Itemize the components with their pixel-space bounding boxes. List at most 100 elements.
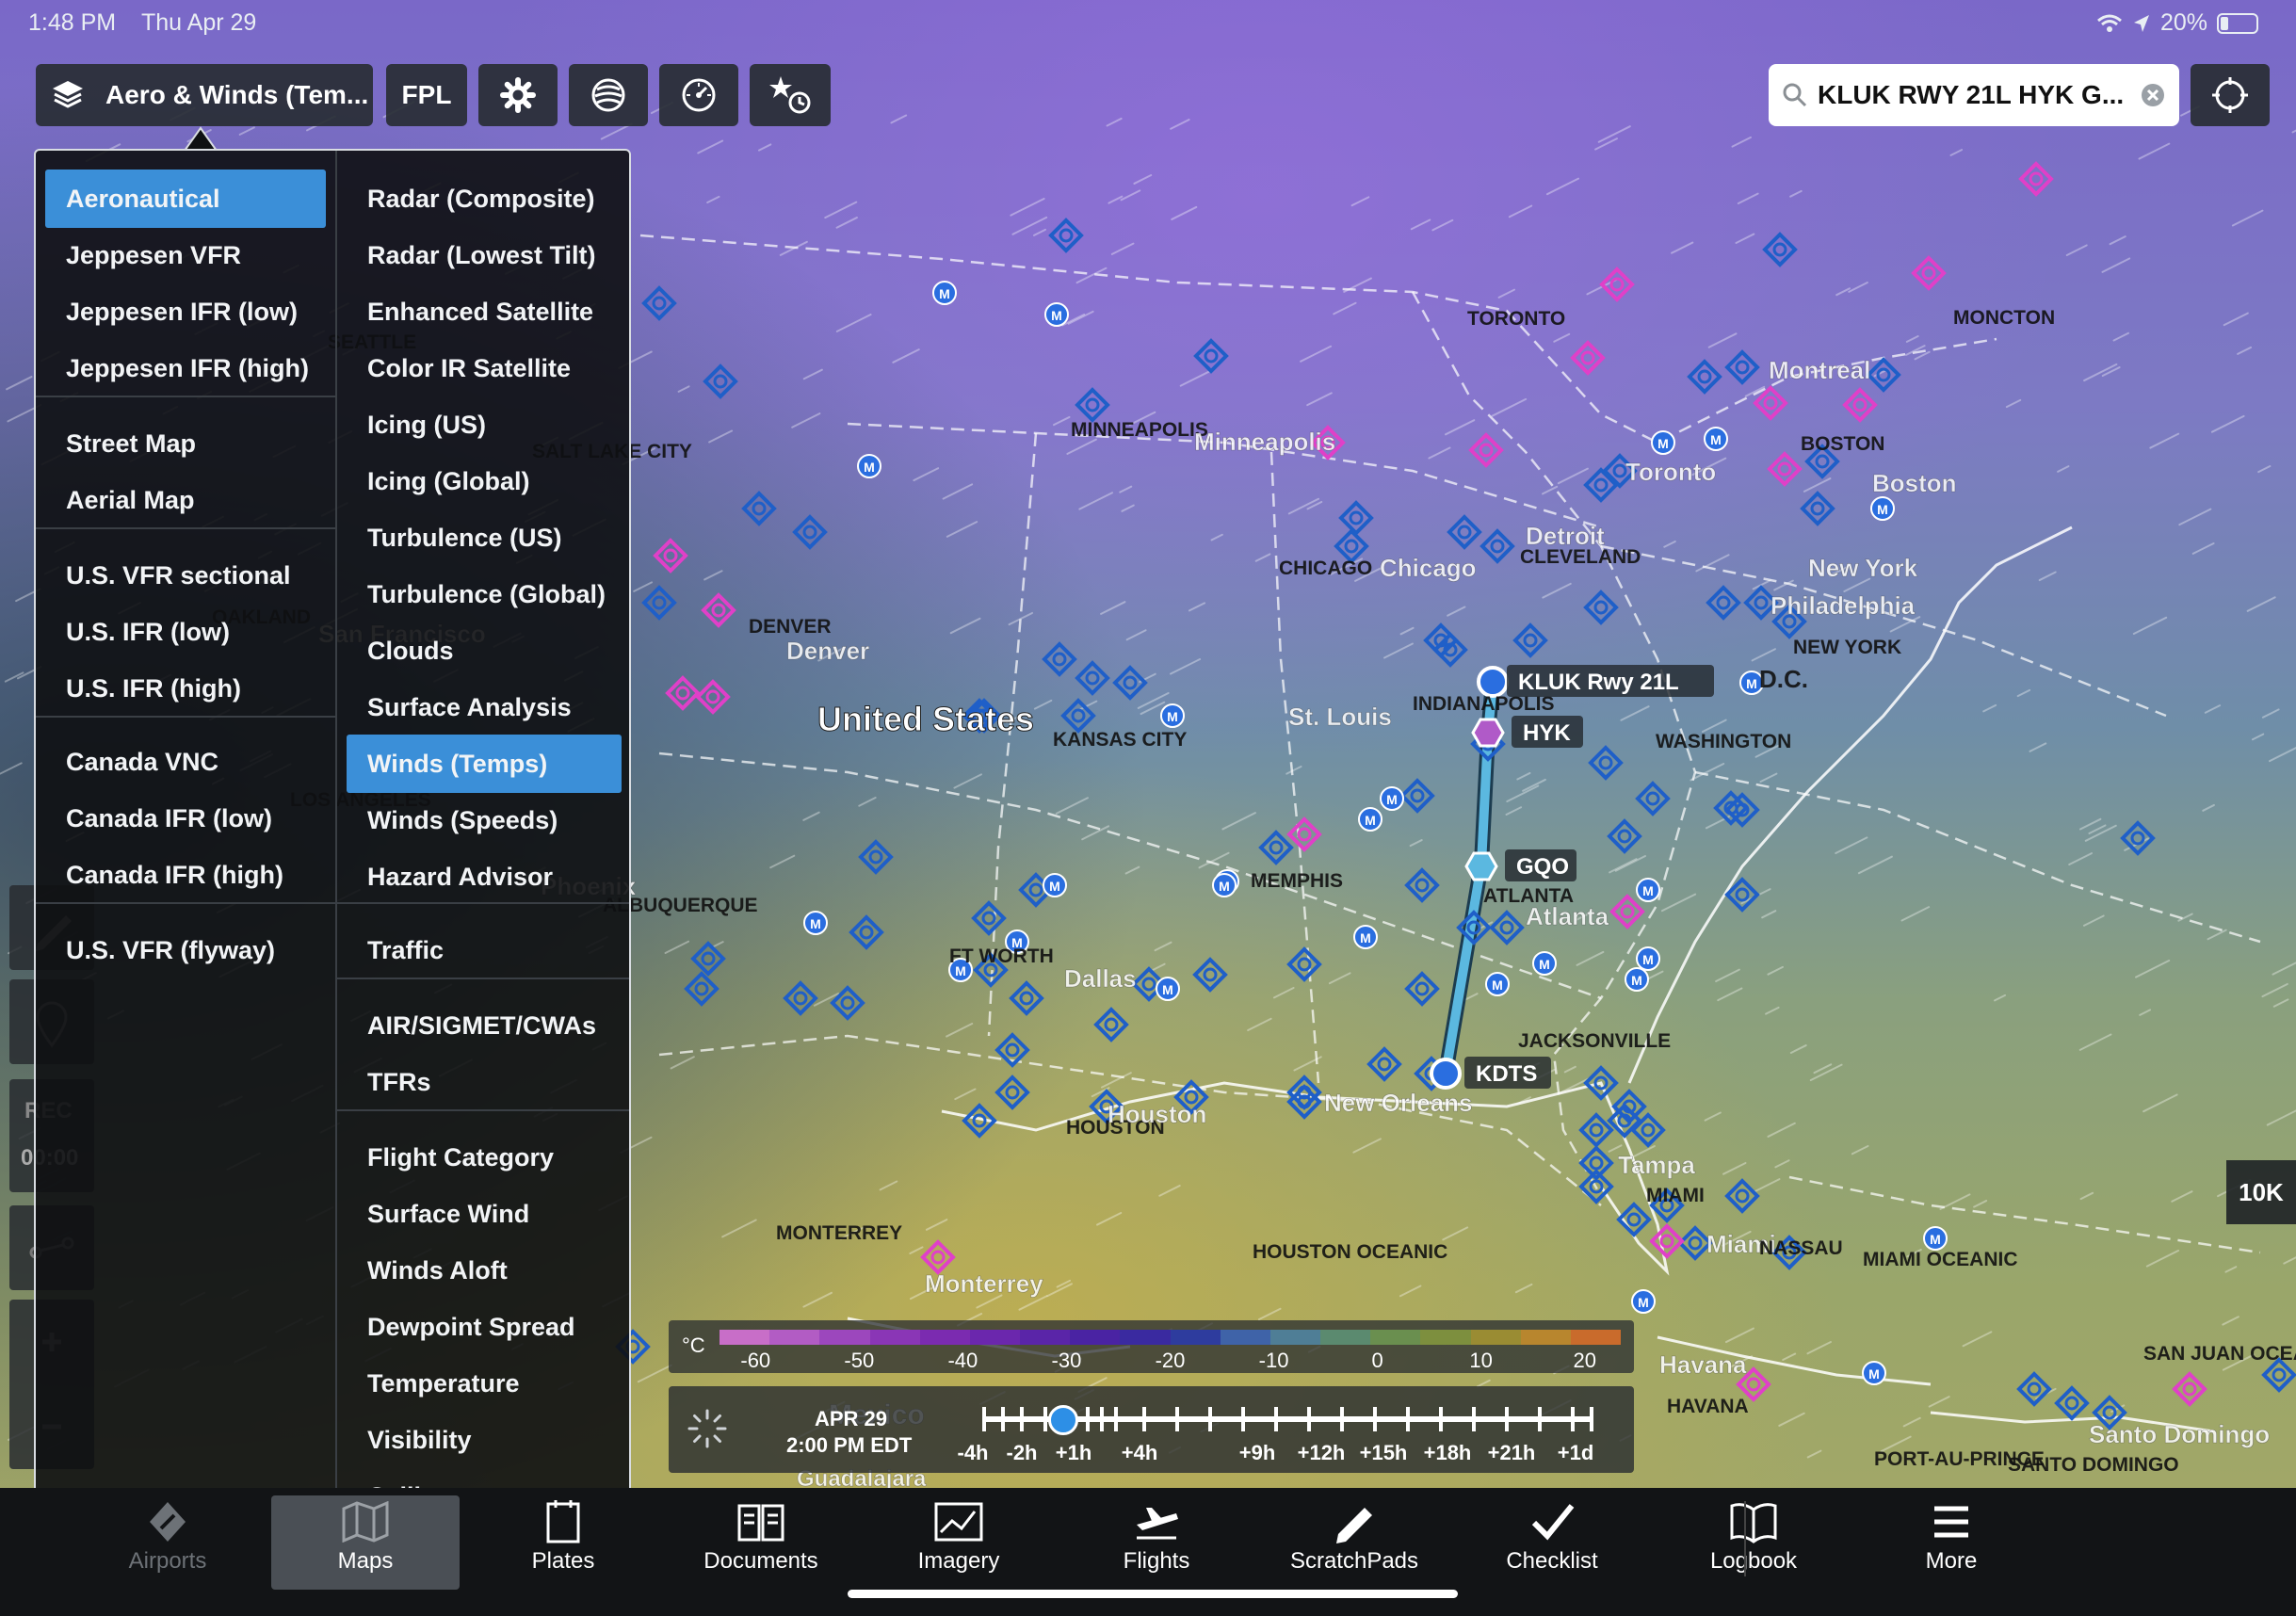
map-label: NEW YORK xyxy=(1793,637,1901,658)
timeline-knob[interactable] xyxy=(1047,1405,1078,1435)
overlay-item-flight-category[interactable]: Flight Category xyxy=(347,1128,622,1187)
metar-marker[interactable]: M xyxy=(1160,703,1185,728)
overlay-item-turbulence-us[interactable]: Turbulence (US) xyxy=(347,509,622,567)
base-map-item-jeppesen-ifr-low[interactable]: Jeppesen IFR (low) xyxy=(45,283,326,341)
overlay-item-tfrs[interactable]: TFRs xyxy=(347,1053,622,1111)
overlay-item-icing-us[interactable]: Icing (US) xyxy=(347,396,622,454)
overlay-item-hazard-advisor[interactable]: Hazard Advisor xyxy=(347,848,622,906)
tab-scratchpads[interactable]: ScratchPads xyxy=(1260,1495,1448,1590)
fpl-button[interactable]: FPL xyxy=(386,64,467,126)
timeline-tick xyxy=(1373,1407,1377,1431)
base-map-item-u-s-vfr-sectional[interactable]: U.S. VFR sectional xyxy=(45,546,326,605)
route-label-hyk[interactable]: HYK xyxy=(1512,716,1583,748)
route-label-gqo[interactable]: GQO xyxy=(1505,849,1576,881)
overlay-item-temperature[interactable]: Temperature xyxy=(347,1354,622,1413)
metar-marker[interactable]: M xyxy=(857,454,881,478)
metar-marker[interactable]: M xyxy=(1636,878,1660,902)
overlay-item-winds-temps[interactable]: Winds (Temps) xyxy=(347,735,622,793)
base-map-item-canada-ifr-high[interactable]: Canada IFR (high) xyxy=(45,846,326,904)
metar-marker[interactable]: M xyxy=(1212,873,1237,897)
overlay-item-clouds[interactable]: Clouds xyxy=(347,622,622,680)
overlay-item-surface-wind[interactable]: Surface Wind xyxy=(347,1185,622,1243)
legend-swatch xyxy=(1370,1330,1421,1345)
settings-button[interactable] xyxy=(478,64,558,126)
svg-text:M: M xyxy=(1868,1366,1880,1382)
overlay-item-radar-lowest-tilt[interactable]: Radar (Lowest Tilt) xyxy=(347,226,622,284)
legend-tick-label: -40 xyxy=(947,1349,978,1372)
route-search-field[interactable]: KLUK RWY 21L HYK G... xyxy=(1769,64,2179,126)
metar-marker[interactable]: M xyxy=(1625,967,1649,992)
layers-button[interactable]: Aero & Winds (Tem... xyxy=(36,64,373,126)
base-map-item-jeppesen-vfr[interactable]: Jeppesen VFR xyxy=(45,226,326,284)
route-waypoint[interactable] xyxy=(1430,1058,1462,1090)
center-location-button[interactable] xyxy=(2191,64,2270,126)
overlay-item-dewpoint-spread[interactable]: Dewpoint Spread xyxy=(347,1298,622,1356)
metar-marker[interactable]: M xyxy=(1636,946,1660,971)
search-input[interactable]: KLUK RWY 21L HYK G... xyxy=(1818,80,2140,110)
base-map-item-u-s-ifr-high[interactable]: U.S. IFR (high) xyxy=(45,659,326,718)
route-label-kluk-rwy-21l[interactable]: KLUK Rwy 21L xyxy=(1507,665,1714,697)
base-map-item-canada-vnc[interactable]: Canada VNC xyxy=(45,733,326,791)
tab-airports[interactable]: Airports xyxy=(73,1495,262,1590)
metar-marker[interactable]: M xyxy=(1156,977,1180,1001)
route-waypoint[interactable] xyxy=(1471,718,1505,748)
metar-marker[interactable]: M xyxy=(1044,302,1069,327)
metar-marker[interactable]: M xyxy=(803,911,828,935)
map-label: NASSAU xyxy=(1759,1237,1843,1259)
instruments-button[interactable] xyxy=(659,64,738,126)
base-map-item-jeppesen-ifr-high[interactable]: Jeppesen IFR (high) xyxy=(45,339,326,397)
base-map-item-u-s-vfr-flyway[interactable]: U.S. VFR (flyway) xyxy=(45,921,326,979)
overlay-item-winds-aloft[interactable]: Winds Aloft xyxy=(347,1241,622,1300)
overlay-item-traffic[interactable]: Traffic xyxy=(347,921,622,979)
globe-button[interactable] xyxy=(569,64,648,126)
tab-label: ScratchPads xyxy=(1289,1548,1419,1574)
metar-marker[interactable]: M xyxy=(1353,925,1378,949)
metar-marker[interactable]: M xyxy=(1631,1289,1656,1314)
overlay-item-color-ir-satellite[interactable]: Color IR Satellite xyxy=(347,339,622,397)
base-map-item-aerial-map[interactable]: Aerial Map xyxy=(45,471,326,529)
overlay-item-icing-global[interactable]: Icing (Global) xyxy=(347,452,622,510)
route-label-kdts[interactable]: KDTS xyxy=(1464,1057,1551,1089)
clear-search-icon[interactable] xyxy=(2140,82,2166,108)
tab-maps[interactable]: Maps xyxy=(271,1495,460,1590)
overlay-item-visibility[interactable]: Visibility xyxy=(347,1411,622,1469)
plates-icon xyxy=(542,1495,584,1548)
recents-button[interactable] xyxy=(750,64,831,126)
overlay-item-radar-composite[interactable]: Radar (Composite) xyxy=(347,170,622,228)
metar-marker[interactable]: M xyxy=(932,281,957,305)
location-icon xyxy=(2133,14,2149,32)
metar-marker[interactable]: M xyxy=(1862,1361,1886,1385)
gear-icon xyxy=(500,77,536,113)
metar-marker[interactable]: M xyxy=(1870,496,1895,521)
overlay-item-winds-speeds[interactable]: Winds (Speeds) xyxy=(347,791,622,849)
legend-swatch xyxy=(1320,1330,1371,1345)
tab-more[interactable]: More xyxy=(1857,1495,2045,1590)
metar-marker[interactable]: M xyxy=(1532,951,1557,976)
tab-logbook[interactable]: Logbook xyxy=(1659,1495,1848,1590)
tab-imagery[interactable]: Imagery xyxy=(865,1495,1053,1590)
metar-marker[interactable]: M xyxy=(1380,786,1404,811)
overlay-item-turbulence-global[interactable]: Turbulence (Global) xyxy=(347,565,622,623)
base-map-item-u-s-ifr-low[interactable]: U.S. IFR (low) xyxy=(45,603,326,661)
tab-flights[interactable]: Flights xyxy=(1062,1495,1251,1590)
tab-documents[interactable]: Documents xyxy=(667,1495,855,1590)
route-waypoint[interactable] xyxy=(1464,851,1498,881)
metar-marker[interactable]: M xyxy=(1651,430,1675,455)
metar-marker[interactable]: M xyxy=(1923,1226,1948,1251)
tab-plates[interactable]: Plates xyxy=(469,1495,657,1590)
svg-text:M: M xyxy=(1539,957,1550,972)
animation-sun-icon[interactable] xyxy=(686,1407,729,1450)
base-map-item-street-map[interactable]: Street Map xyxy=(45,414,326,473)
overlay-item-surface-analysis[interactable]: Surface Analysis xyxy=(347,678,622,736)
overlay-item-enhanced-satellite[interactable]: Enhanced Satellite xyxy=(347,283,622,341)
altitude-selector[interactable]: 10K xyxy=(2226,1160,2296,1224)
route-waypoint[interactable] xyxy=(1477,666,1509,698)
metar-marker[interactable]: M xyxy=(1358,807,1382,832)
overlay-item-air-sigmet-cwas[interactable]: AIR/SIGMET/CWAs xyxy=(347,996,622,1055)
base-map-item-aeronautical[interactable]: Aeronautical xyxy=(45,170,326,228)
metar-marker[interactable]: M xyxy=(1485,972,1510,996)
tab-checklist[interactable]: Checklist xyxy=(1458,1495,1646,1590)
metar-marker[interactable]: M xyxy=(1043,873,1067,897)
metar-marker[interactable]: M xyxy=(1704,427,1728,451)
base-map-item-canada-ifr-low[interactable]: Canada IFR (low) xyxy=(45,789,326,848)
